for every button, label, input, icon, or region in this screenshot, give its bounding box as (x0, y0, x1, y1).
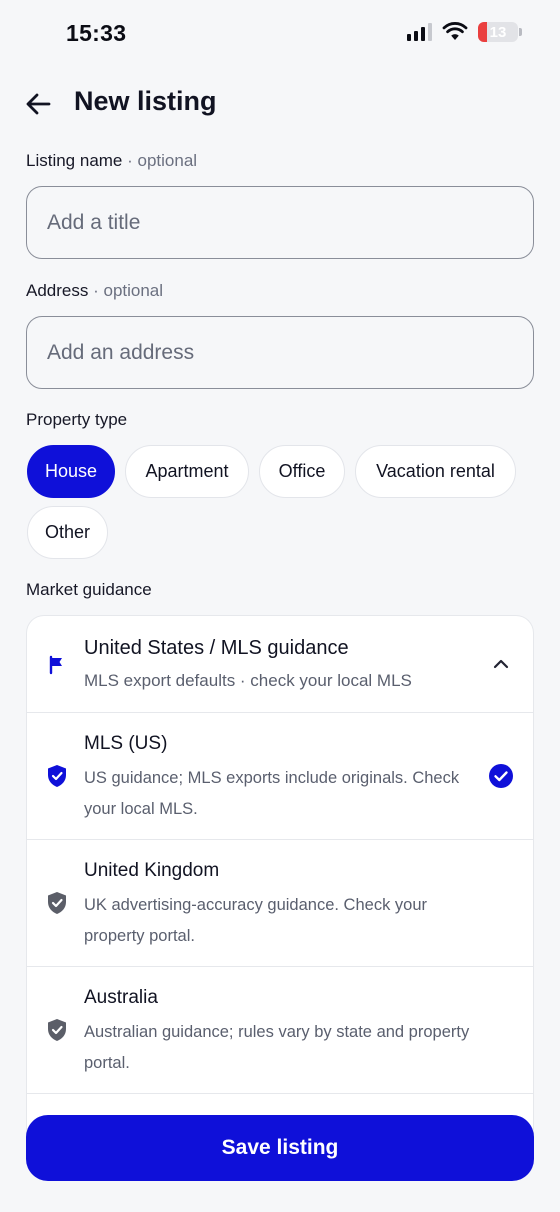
listing-name-field-container (26, 186, 534, 259)
property-type-chip-apartment[interactable]: Apartment (125, 445, 249, 498)
wifi-icon (442, 22, 468, 40)
address-label-text: Address (26, 281, 89, 300)
guidance-option-australia[interactable]: Australia Australian guidance; rules var… (27, 967, 533, 1094)
guidance-option-description: Australian guidance; rules vary by state… (84, 1023, 470, 1072)
market-guidance-title: United States / MLS guidance (84, 637, 349, 659)
address-label: Address · optional (26, 281, 163, 301)
address-input[interactable] (27, 317, 533, 388)
shield-check-icon (48, 892, 66, 914)
guidance-option-description: US guidance; MLS exports include origina… (84, 769, 460, 818)
status-time: 15:33 (66, 20, 127, 46)
back-arrow-icon (26, 93, 51, 115)
market-guidance-card: United States / MLS guidance MLS export … (26, 615, 534, 1135)
address-optional: · optional (93, 281, 164, 300)
guidance-option-united-kingdom[interactable]: United Kingdom UK advertising-accuracy g… (27, 840, 533, 967)
listing-name-input[interactable] (27, 187, 533, 258)
market-guidance-header[interactable]: United States / MLS guidance MLS export … (27, 616, 533, 713)
battery-level: 13 (489, 23, 507, 41)
market-guidance-label: Market guidance (26, 580, 152, 599)
listing-name-label-text: Listing name (26, 151, 123, 170)
shield-check-icon (48, 765, 66, 787)
address-field-container (26, 316, 534, 389)
market-guidance-subtitle: MLS export defaults · check your local M… (84, 671, 412, 690)
listing-name-label: Listing name · optional (26, 151, 197, 171)
property-type-label: Property type (26, 410, 128, 429)
chevron-up-icon (493, 659, 509, 669)
property-type-chip-house[interactable]: House (27, 445, 115, 498)
guidance-option-title: Australia (84, 987, 158, 1008)
back-button[interactable] (22, 88, 54, 120)
property-type-chip-office[interactable]: Office (259, 445, 345, 498)
property-type-chip-other[interactable]: Other (27, 506, 108, 559)
status-icons: 13 (407, 22, 522, 42)
new-listing-screen: 15:33 13 New listing Listing name · opti… (0, 0, 560, 1212)
guidance-option-title: MLS (US) (84, 733, 168, 754)
guidance-option-mls-us[interactable]: MLS (US) US guidance; MLS exports includ… (27, 713, 533, 840)
property-type-chip-vacation-rental[interactable]: Vacation rental (355, 445, 516, 498)
guidance-option-title: United Kingdom (84, 860, 220, 881)
status-bar: 15:33 13 (0, 0, 560, 64)
check-circle-icon (489, 764, 513, 788)
flag-icon (49, 655, 62, 675)
guidance-option-description: UK advertising-accuracy guidance. Check … (84, 896, 427, 945)
battery-icon: 13 (478, 22, 518, 42)
save-listing-button[interactable]: Save listing (26, 1115, 534, 1181)
signal-icon (407, 23, 432, 41)
listing-name-optional: · optional (127, 151, 198, 170)
page-title: New listing (74, 86, 217, 116)
shield-check-icon (48, 1019, 66, 1041)
